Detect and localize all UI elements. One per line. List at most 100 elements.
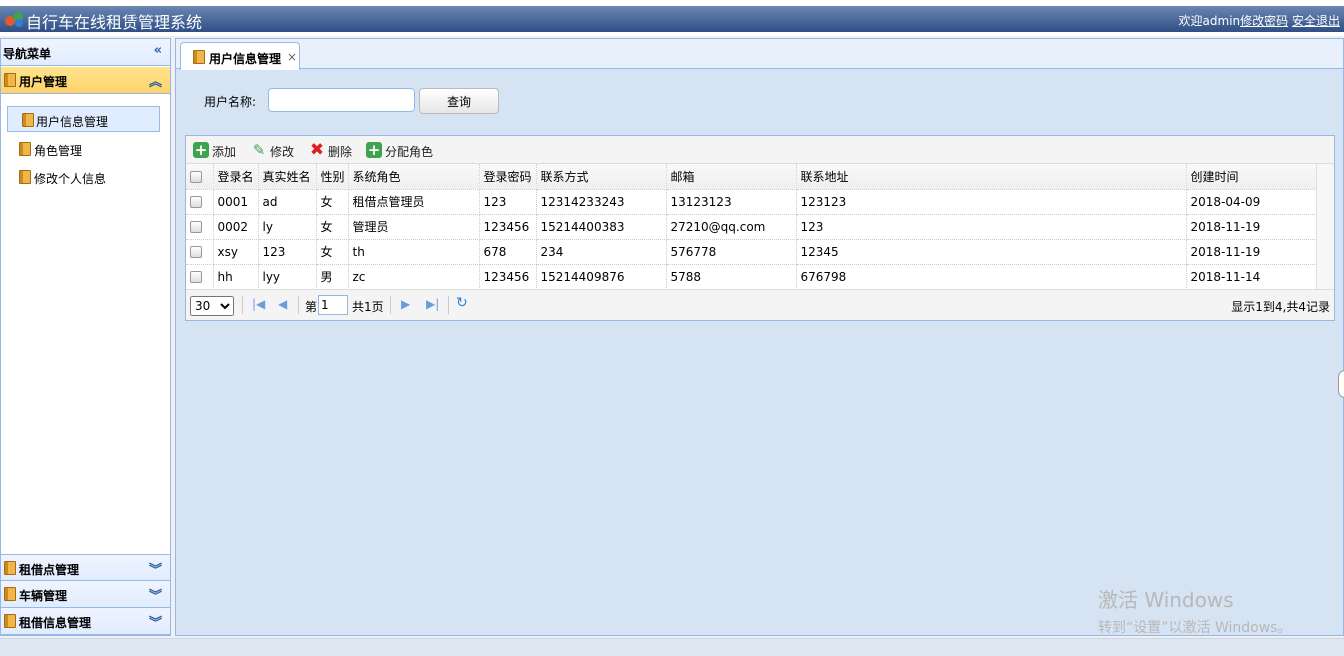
column-header[interactable]: 性别 — [316, 164, 349, 190]
cell: 27210@qq.com — [666, 214, 797, 240]
row-checkbox-cell[interactable] — [186, 239, 214, 265]
folder-icon — [4, 614, 16, 628]
chevron-down-double-icon[interactable]: ︾ — [149, 585, 162, 604]
checkbox[interactable] — [190, 196, 202, 208]
table-header-row: 登录名 真实姓名 性别 系统角色 登录密码 联系方式 邮箱 联系地址 创建时间 — [186, 164, 1317, 190]
cell: hh — [213, 264, 259, 290]
nav-menu-title: 导航菜单 « — [1, 39, 170, 66]
section-label: 租借点管理 — [19, 563, 80, 577]
cell: 15214400383 — [536, 214, 667, 240]
cell: 2018-11-19 — [1186, 239, 1317, 265]
chevron-down-double-icon[interactable]: ︾ — [149, 612, 162, 631]
prev-page-icon[interactable]: ◀ — [278, 297, 287, 311]
divider — [242, 296, 243, 314]
tab-bar: 用户信息管理 × — [176, 39, 1343, 70]
main-content: 用户信息管理 × 用户名称: 查询 + 添加 ✎ 修改 ✖ 删除 + 分配角色 — [175, 38, 1344, 636]
first-page-icon[interactable]: |◀ — [252, 297, 265, 311]
user-table: 登录名 真实姓名 性别 系统角色 登录密码 联系方式 邮箱 联系地址 创建时间 … — [186, 164, 1317, 290]
table-row[interactable]: 0001 ad 女 租借点管理员 123 12314233243 1312312… — [186, 189, 1317, 215]
cell: 678 — [479, 239, 537, 265]
cell: 女 — [316, 214, 349, 240]
cell: 13123123 — [666, 189, 797, 215]
checkbox[interactable] — [190, 271, 202, 283]
username-search-input[interactable] — [268, 88, 415, 112]
checkbox[interactable] — [190, 221, 202, 233]
table-row[interactable]: 0002 ly 女 管理员 123456 15214400383 27210@q… — [186, 214, 1317, 240]
sidebar-item-profile[interactable]: 修改个人信息 — [7, 164, 160, 190]
grid-toolbar: + 添加 ✎ 修改 ✖ 删除 + 分配角色 — [186, 136, 1334, 164]
chevron-down-double-icon[interactable]: ︾ — [149, 559, 162, 578]
column-header[interactable]: 邮箱 — [666, 164, 797, 190]
tab-label: 用户信息管理 — [209, 52, 282, 66]
section-user-management[interactable]: 用户管理 ︽ — [1, 67, 170, 94]
refresh-icon[interactable]: ↻ — [456, 295, 468, 311]
page-prefix: 第 — [305, 300, 318, 314]
sidebar-item-roles[interactable]: 角色管理 — [7, 136, 160, 162]
column-header[interactable]: 联系地址 — [796, 164, 1187, 190]
sidebar-item-label: 用户信息管理 — [36, 115, 109, 129]
watermark-line1: 激活 Windows — [1098, 588, 1234, 612]
cell: 2018-11-19 — [1186, 214, 1317, 240]
section-vehicles[interactable]: 车辆管理 ︾ — [1, 581, 170, 608]
cell: 男 — [316, 264, 349, 290]
cell: 女 — [316, 239, 349, 265]
folder-icon — [4, 587, 16, 601]
section-label: 租借信息管理 — [19, 616, 92, 630]
checkbox[interactable] — [190, 246, 202, 258]
checkbox[interactable] — [190, 170, 202, 183]
sidebar-item-label: 修改个人信息 — [34, 172, 107, 186]
table-row[interactable]: hh lyy 男 zc 123456 15214409876 5788 6767… — [186, 264, 1317, 290]
cell: zc — [348, 264, 480, 290]
cell: 15214409876 — [536, 264, 667, 290]
section-label: 车辆管理 — [19, 589, 68, 603]
next-page-icon[interactable]: ▶ — [401, 297, 410, 311]
select-all-checkbox-cell[interactable] — [186, 164, 214, 190]
plus-icon: + — [366, 141, 382, 159]
cell: 12345 — [796, 239, 1187, 265]
section-rental-info[interactable]: 租借信息管理 ︾ — [1, 608, 170, 635]
table-row[interactable]: xsy 123 女 th 678 234 576778 12345 2018-1… — [186, 239, 1317, 265]
row-checkbox-cell[interactable] — [186, 214, 214, 240]
folder-icon — [19, 170, 31, 184]
folder-icon — [4, 73, 16, 87]
column-header[interactable]: 联系方式 — [536, 164, 667, 190]
edge-handle[interactable] — [1338, 370, 1344, 398]
chevron-up-double-icon[interactable]: ︽ — [149, 71, 162, 90]
cell: 123456 — [479, 214, 537, 240]
header-user-links: 欢迎admin修改密码 安全退出 — [1179, 12, 1340, 29]
change-password-link[interactable]: 修改密码 — [1240, 14, 1288, 28]
row-checkbox-cell[interactable] — [186, 264, 214, 290]
app-header: 自行车在线租赁管理系统 欢迎admin修改密码 安全退出 — [0, 6, 1344, 32]
close-icon[interactable]: × — [287, 50, 297, 64]
page-size-select[interactable]: 30 — [190, 296, 234, 316]
total-pages: 共1页 — [352, 300, 384, 314]
page-number-input[interactable] — [318, 295, 348, 315]
row-checkbox-cell[interactable] — [186, 189, 214, 215]
section-label: 用户管理 — [19, 75, 68, 89]
column-header[interactable]: 登录密码 — [479, 164, 537, 190]
footer-bar — [0, 638, 1344, 656]
cell: 2018-11-14 — [1186, 264, 1317, 290]
cell: xsy — [213, 239, 259, 265]
column-header[interactable]: 创建时间 — [1186, 164, 1317, 190]
cell: 12314233243 — [536, 189, 667, 215]
sidebar-item-user-info[interactable]: 用户信息管理 — [7, 106, 160, 132]
bike-logo-icon — [5, 12, 23, 27]
logout-link[interactable]: 安全退出 — [1292, 14, 1340, 28]
collapse-left-icon[interactable]: « — [154, 43, 162, 58]
column-header[interactable]: 登录名 — [213, 164, 259, 190]
section-rental-points[interactable]: 租借点管理 ︾ — [1, 554, 170, 581]
cell: 0002 — [213, 214, 259, 240]
cell: 5788 — [666, 264, 797, 290]
column-header[interactable]: 真实姓名 — [258, 164, 317, 190]
search-button[interactable]: 查询 — [419, 88, 499, 114]
welcome-text: 欢迎admin — [1178, 14, 1241, 28]
pencil-icon: ✎ — [252, 141, 266, 159]
nav-menu-label: 导航菜单 — [3, 47, 52, 61]
column-header[interactable]: 系统角色 — [348, 164, 480, 190]
last-page-icon[interactable]: ▶| — [426, 297, 439, 311]
tab-user-info[interactable]: 用户信息管理 × — [180, 42, 300, 70]
cell: 123 — [258, 239, 317, 265]
plus-icon: + — [193, 141, 209, 159]
cell: 123123 — [796, 189, 1187, 215]
